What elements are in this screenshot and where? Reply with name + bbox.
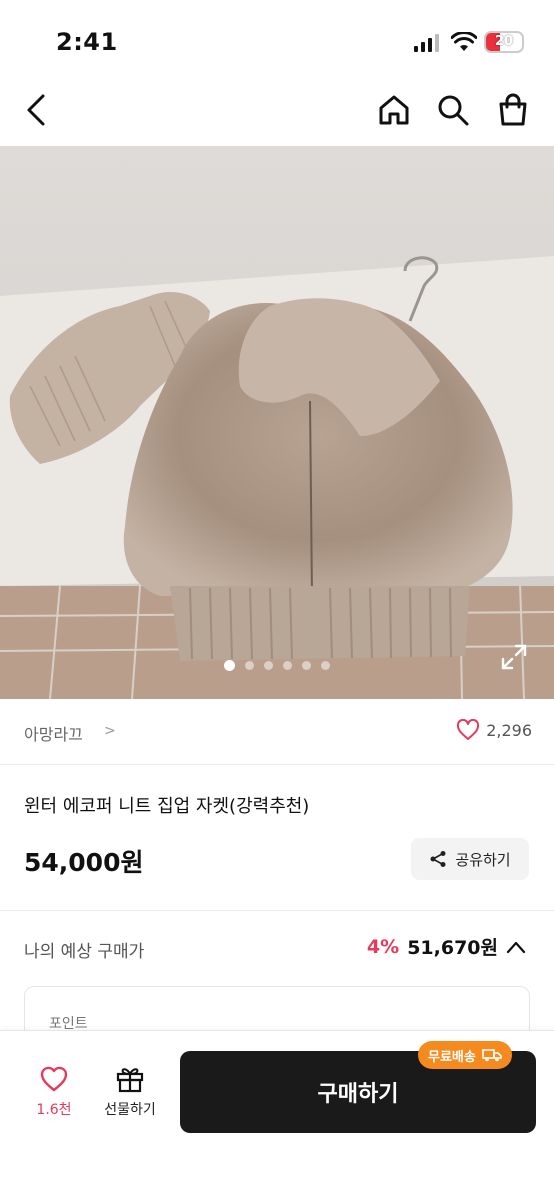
seller-like-button[interactable]: 2,296	[456, 719, 532, 741]
expand-icon[interactable]	[500, 643, 528, 671]
seller-name-link[interactable]: 아망라끄	[24, 721, 83, 745]
battery-indicator: 20	[484, 31, 524, 53]
heart-icon	[457, 719, 480, 740]
pagination-dot[interactable]	[224, 660, 235, 671]
search-button[interactable]	[433, 90, 473, 130]
product-title: 윈터 에코퍼 니트 집업 자켓(강력추천)	[24, 796, 310, 817]
free-shipping-badge: 무료배송	[418, 1041, 512, 1069]
pagination-dot[interactable]	[264, 661, 273, 670]
wifi-icon	[451, 32, 477, 51]
pagination-dot[interactable]	[302, 661, 311, 670]
gift-label: 선물하기	[104, 1102, 156, 1118]
chevron-right-icon: >	[104, 723, 116, 739]
search-icon	[438, 95, 469, 126]
cart-button[interactable]	[493, 90, 533, 130]
heart-icon	[40, 1066, 68, 1092]
gift-button[interactable]: 선물하기	[98, 1065, 162, 1129]
home-button[interactable]	[374, 90, 414, 130]
product-image-gallery[interactable]	[0, 146, 554, 699]
expected-price-label: 나의 예상 구매가	[24, 942, 145, 962]
wishlist-button[interactable]: 1.6천	[22, 1065, 86, 1129]
truck-icon	[482, 1049, 502, 1062]
like-count: 2,296	[486, 720, 532, 740]
battery-level: 20	[494, 34, 514, 49]
product-price: 54,000원	[24, 848, 144, 877]
product-photo	[0, 146, 554, 699]
back-button[interactable]	[16, 90, 56, 130]
chevron-left-icon	[27, 94, 45, 126]
pagination-dot[interactable]	[283, 661, 292, 670]
pagination-dot[interactable]	[245, 661, 254, 670]
gift-icon	[116, 1068, 144, 1093]
home-icon	[379, 95, 409, 125]
section-divider	[0, 910, 554, 911]
pagination-dot[interactable]	[321, 661, 330, 670]
share-icon	[430, 851, 446, 867]
share-button[interactable]: 공유하기	[411, 838, 529, 880]
free-shipping-label: 무료배송	[428, 1049, 476, 1065]
expected-price: 51,670원	[407, 937, 498, 959]
chevron-up-icon	[506, 941, 526, 953]
gallery-pagination	[0, 660, 554, 671]
discount-rate: 4%	[366, 935, 400, 958]
top-nav	[0, 80, 554, 146]
status-bar: 2:41 20	[0, 0, 554, 80]
buy-label: 구매하기	[317, 1082, 399, 1107]
share-label: 공유하기	[455, 850, 511, 869]
expected-price-toggle[interactable]: 4% 51,670원	[367, 933, 526, 960]
wishlist-count: 1.6천	[36, 1102, 72, 1118]
signal-icon	[414, 34, 439, 52]
shopping-bag-icon	[499, 93, 527, 126]
seller-row: 아망라끄 > 2,296	[0, 699, 554, 765]
status-time: 2:41	[56, 28, 118, 56]
